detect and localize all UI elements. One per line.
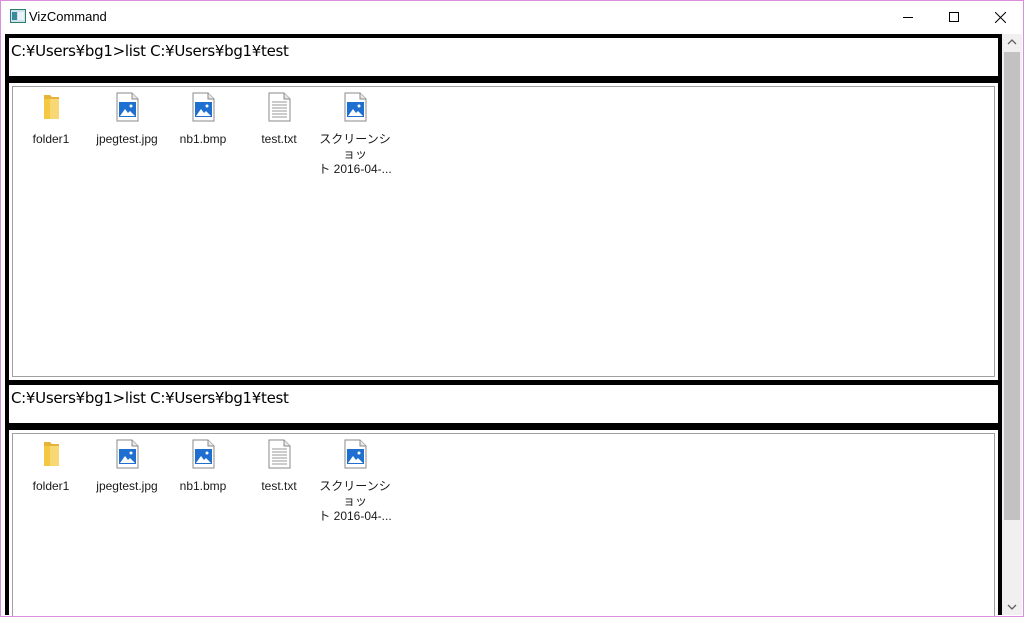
chevron-up-icon — [1007, 39, 1017, 45]
file-name-line: スクリーンショッ — [319, 479, 391, 508]
file-name-line: ト 2016-04-... — [318, 162, 392, 176]
command-line[interactable]: C:¥Users¥bg1>list C:¥Users¥bg1¥test — [9, 38, 998, 76]
maximize-button[interactable] — [931, 1, 977, 33]
folder-icon — [44, 442, 59, 466]
title-bar[interactable]: VizCommand — [1, 1, 1023, 33]
command-text: C:¥Users¥bg1>list C:¥Users¥bg1¥test — [11, 42, 289, 60]
window-title: VizCommand — [29, 9, 107, 24]
app-window: VizCommand C:¥Users¥bg1>list C:¥Users¥bg… — [0, 0, 1024, 617]
close-icon — [994, 11, 1006, 23]
file-item-nb1[interactable]: nb1.bmp — [165, 91, 241, 147]
file-item-jpegtest[interactable]: jpegtest.jpg — [89, 91, 165, 147]
file-name-line: スクリーンショッ — [319, 132, 391, 161]
text-file-icon — [268, 92, 291, 122]
folder-icon — [44, 95, 59, 119]
file-item-test-txt[interactable]: test.txt — [241, 91, 317, 147]
image-file-icon — [192, 92, 215, 122]
file-name: スクリーンショッ ト 2016-04-... — [317, 132, 393, 177]
command-text: C:¥Users¥bg1>list C:¥Users¥bg1¥test — [11, 389, 289, 407]
image-file-icon — [192, 439, 215, 469]
file-name: nb1.bmp — [179, 132, 227, 146]
file-item-nb1[interactable]: nb1.bmp — [165, 438, 241, 494]
file-item-screenshot[interactable]: スクリーンショッ ト 2016-04-... — [317, 438, 393, 524]
maximize-icon — [949, 12, 959, 22]
close-button[interactable] — [977, 1, 1023, 33]
app-icon — [10, 9, 26, 23]
file-name: test.txt — [261, 479, 297, 493]
file-list-panel: folder1 jpegtest.jpg nb1.bmp test.txt スク… — [9, 430, 998, 616]
file-name: folder1 — [32, 132, 70, 146]
file-item-screenshot[interactable]: スクリーンショッ ト 2016-04-... — [317, 91, 393, 177]
file-item-test-txt[interactable]: test.txt — [241, 438, 317, 494]
vertical-scrollbar[interactable] — [1002, 34, 1022, 615]
minimize-icon — [903, 17, 913, 18]
file-list-panel: folder1 jpegtest.jpg nb1.bmp test.txt スク… — [9, 83, 998, 380]
scroll-up-button[interactable] — [1002, 34, 1022, 51]
file-item-jpegtest[interactable]: jpegtest.jpg — [89, 438, 165, 494]
file-name: jpegtest.jpg — [96, 479, 158, 493]
image-file-icon — [344, 92, 367, 122]
image-file-icon — [116, 92, 139, 122]
text-file-icon — [268, 439, 291, 469]
file-item-folder1[interactable]: folder1 — [13, 91, 89, 147]
file-name: jpegtest.jpg — [96, 132, 158, 146]
chevron-down-icon — [1007, 604, 1017, 610]
scroll-thumb[interactable] — [1004, 52, 1020, 520]
scroll-down-button[interactable] — [1002, 598, 1022, 615]
image-file-icon — [116, 439, 139, 469]
minimize-button[interactable] — [885, 1, 931, 33]
command-line[interactable]: C:¥Users¥bg1>list C:¥Users¥bg1¥test — [9, 385, 998, 423]
image-file-icon — [344, 439, 367, 469]
file-name: スクリーンショッ ト 2016-04-... — [317, 479, 393, 524]
file-name: test.txt — [261, 132, 297, 146]
file-name: folder1 — [32, 479, 70, 493]
console-area: C:¥Users¥bg1>list C:¥Users¥bg1¥test fold… — [5, 34, 1002, 616]
file-name: nb1.bmp — [179, 479, 227, 493]
file-item-folder1[interactable]: folder1 — [13, 438, 89, 494]
file-name-line: ト 2016-04-... — [318, 509, 392, 523]
